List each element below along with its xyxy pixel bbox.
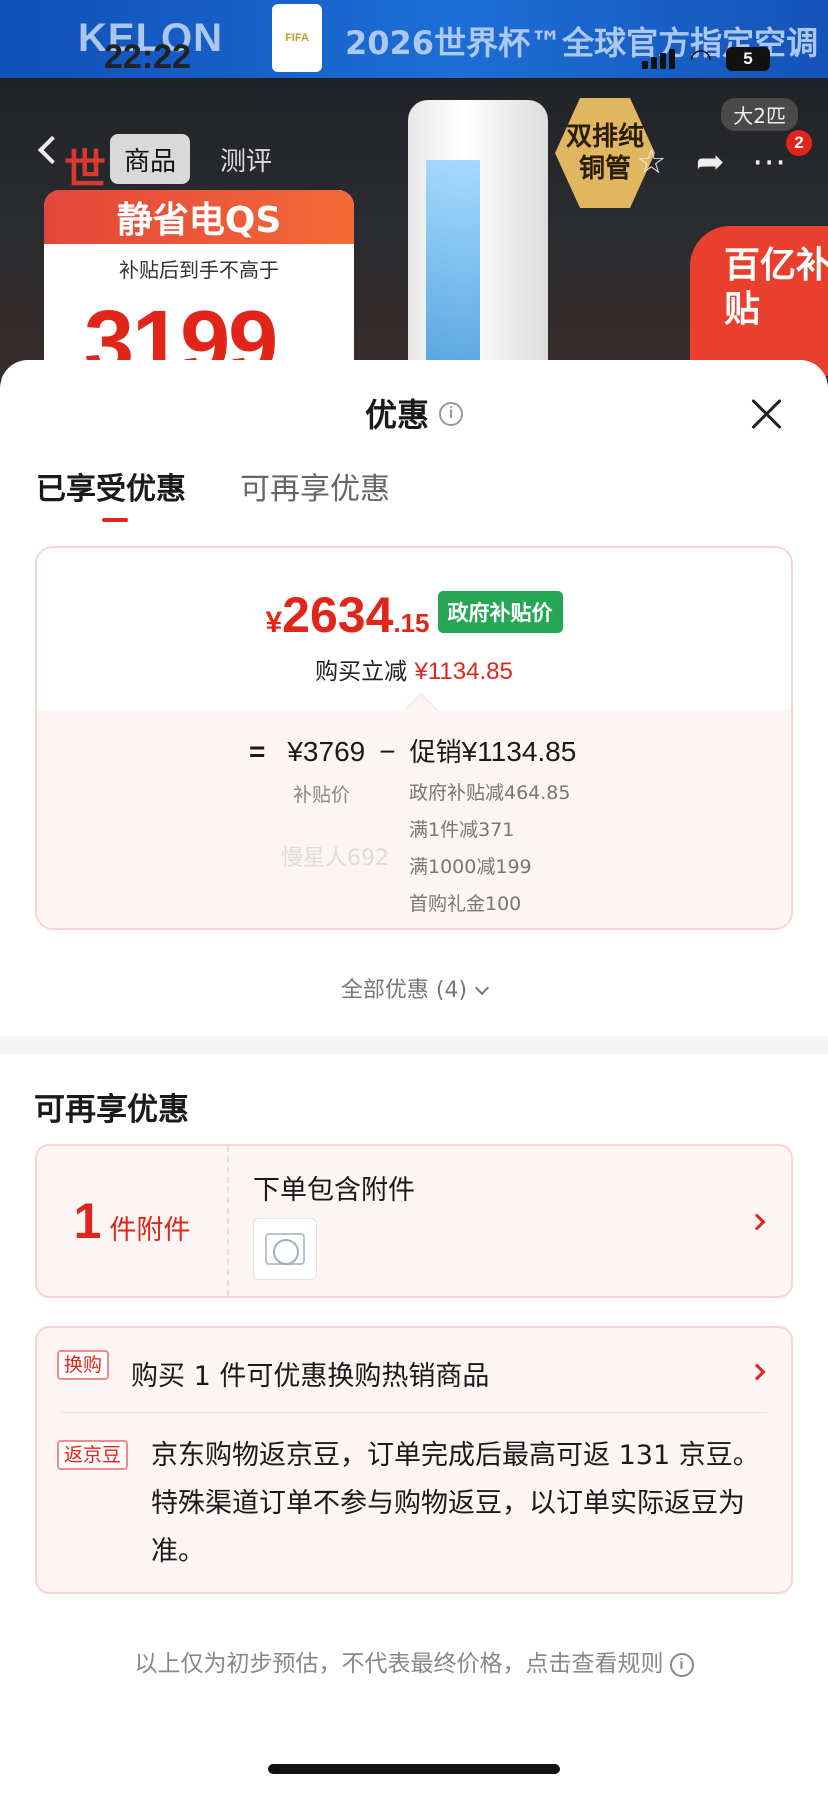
- info-icon[interactable]: i: [669, 1653, 694, 1677]
- status-time: 22:22: [104, 38, 191, 76]
- instant-discount-label: 购买立减: [315, 659, 408, 685]
- discount-sheet: 优惠 i 已享受优惠 可再享优惠 ¥2634.15 政府补贴价 购买立减 ¥1134…: [0, 360, 828, 1796]
- promo-subtitle: 补贴后到手不高于: [119, 258, 279, 282]
- season-banner: 世: [64, 145, 107, 194]
- section-divider: [0, 1036, 828, 1054]
- back-icon[interactable]: [37, 135, 67, 165]
- favorite-icon[interactable]: ☆: [636, 142, 666, 182]
- air-conditioner-image: [408, 100, 548, 380]
- outdoor-unit-thumbnail: [253, 1218, 317, 1280]
- promo-banner: 静省电QS 补贴后到手不高于 3199: [44, 190, 354, 380]
- accessory-title: 下单包含附件: [253, 1175, 415, 1206]
- divider: [61, 1412, 767, 1413]
- battery-icon: 5: [726, 47, 770, 71]
- minus-sign: −: [379, 736, 396, 767]
- final-price-area: ¥2634.15 政府补贴价 购买立减 ¥1134.85: [37, 548, 791, 710]
- exchange-card: 换购 购买 1 件可优惠换购热销商品 返京豆 京东购物返京豆，订单完成后最高可返…: [35, 1326, 793, 1594]
- instant-discount: 购买立减 ¥1134.85: [37, 652, 791, 686]
- accessory-count-unit: 件附件: [109, 1214, 191, 1246]
- promo-detail-item: 满1000减199: [409, 856, 532, 878]
- currency-symbol: ¥: [265, 606, 283, 639]
- jd-beans-tag: 返京豆: [57, 1440, 129, 1470]
- chevron-right-icon[interactable]: [748, 1363, 766, 1381]
- accessory-count-number: 1: [73, 1193, 102, 1249]
- accessory-count: 1 件附件: [37, 1146, 229, 1296]
- footnote-text: 以上仅为初步预估，不代表最终价格，点击查看规则: [134, 1651, 664, 1677]
- rules-footnote[interactable]: 以上仅为初步预估，不代表最终价格，点击查看规则 i: [0, 1644, 828, 1679]
- subsidy-corner-badge: 百亿补贴: [690, 226, 828, 376]
- more-icon[interactable]: ⋯: [752, 142, 786, 182]
- tab-review[interactable]: 测评: [206, 134, 286, 184]
- chevron-right-icon: [748, 1213, 766, 1231]
- jd-beans-text: 京东购物返京豆，订单完成后最高可返 131 京豆。特殊渠道订单不参与购物返豆，以…: [151, 1440, 760, 1567]
- base-price-label: 补贴价: [293, 784, 351, 806]
- promo-label: 促销: [409, 738, 462, 768]
- more-discounts-title: 可再享优惠: [34, 1092, 189, 1128]
- page: KELON FIFA 2026世界杯™全球官方指定空调 22:22 ◠ 5 世 …: [0, 0, 828, 1796]
- fifa-logo: FIFA: [272, 4, 322, 72]
- gov-subsidy-badge: 政府补贴价: [437, 591, 563, 633]
- accessory-card[interactable]: 1 件附件 下单包含附件: [35, 1144, 793, 1298]
- promo-detail-list: 政府补贴减464.85 满1件减371 满1000减199 首购礼金100: [409, 782, 571, 928]
- chevron-down-icon: [475, 980, 490, 996]
- promo-ribbon: 静省电QS: [44, 190, 354, 244]
- info-icon[interactable]: i: [439, 402, 463, 426]
- sheet-title: 优惠: [364, 396, 429, 434]
- promo-total: ¥1134.85: [461, 736, 577, 767]
- price-formula: = ¥3769− 促销¥1134.85: [249, 732, 576, 769]
- size-tag: 大2匹: [721, 98, 798, 131]
- discount-tabs: 已享受优惠 可再享优惠: [36, 464, 390, 522]
- promo-detail-item: 政府补贴减464.85: [409, 782, 571, 804]
- all-promos-toggle[interactable]: 全部优惠 (4): [0, 972, 828, 1004]
- home-indicator: [268, 1764, 560, 1774]
- cart-badge: 2: [786, 130, 812, 156]
- signal-icon: [642, 49, 676, 69]
- tab-enjoyed[interactable]: 已享受优惠: [36, 464, 186, 522]
- promo-detail-item: 满1件减371: [409, 819, 515, 841]
- status-icons: ◠ 5: [642, 44, 770, 74]
- sheet-header: 优惠 i: [0, 390, 828, 436]
- share-icon[interactable]: ➦: [696, 142, 725, 182]
- close-icon[interactable]: [748, 396, 784, 432]
- price-formula-area: = ¥3769− 促销¥1134.85 补贴价 政府补贴减464.85 满1件减37…: [37, 710, 791, 928]
- tab-product[interactable]: 商品: [110, 134, 191, 184]
- exchange-tag: 换购: [57, 1350, 110, 1380]
- promo-detail-item: 首购礼金100: [409, 893, 522, 915]
- price-decimal: .15: [393, 608, 430, 638]
- price-breakdown-card: ¥2634.15 政府补贴价 购买立减 ¥1134.85 = ¥3769− 促销¥11…: [35, 546, 793, 930]
- watermark: 慢星人692: [281, 846, 389, 871]
- instant-discount-value: ¥1134.85: [414, 658, 513, 685]
- all-promos-label: 全部优惠 (4): [340, 978, 468, 1003]
- price-integer: 2634: [282, 587, 394, 643]
- product-background: KELON FIFA 2026世界杯™全球官方指定空调 22:22 ◠ 5 世 …: [0, 0, 828, 380]
- base-price: ¥3769: [287, 736, 366, 767]
- tab-more-available[interactable]: 可再享优惠: [240, 464, 390, 522]
- final-price: ¥2634.15 政府补贴价: [37, 586, 791, 644]
- equals-sign: =: [249, 736, 266, 767]
- exchange-text[interactable]: 购买 1 件可优惠换购热销商品: [131, 1354, 489, 1393]
- wifi-icon: ◠: [689, 44, 712, 74]
